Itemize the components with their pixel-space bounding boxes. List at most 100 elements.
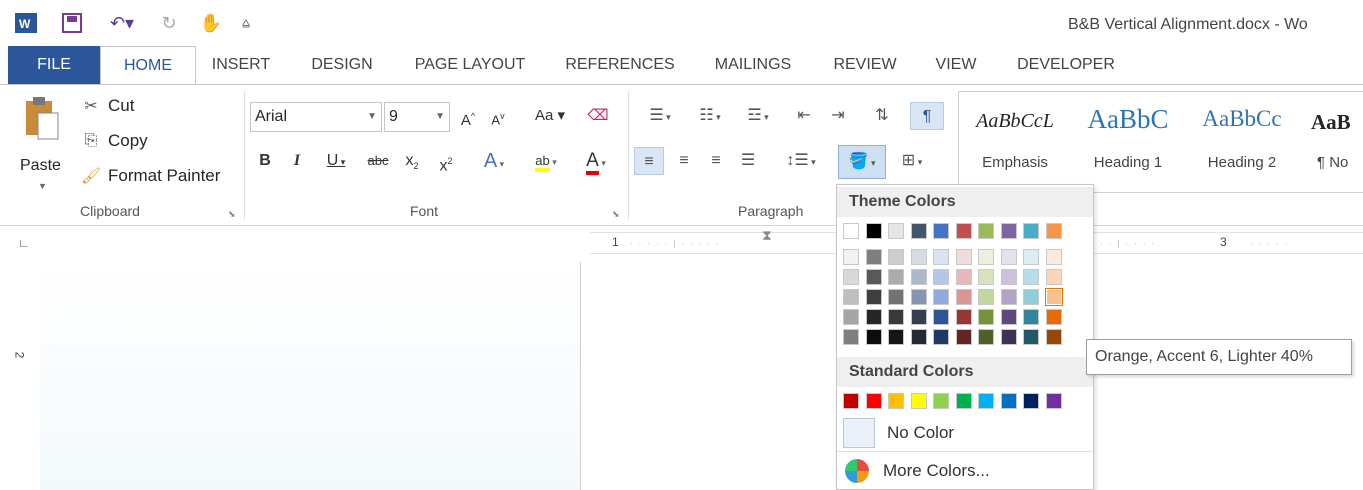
paste-dropdown-icon[interactable]: ▼ [38, 181, 47, 191]
color-swatch[interactable] [865, 249, 882, 265]
color-swatch[interactable] [888, 309, 904, 325]
color-swatch[interactable] [865, 269, 882, 285]
tab-developer[interactable]: DEVELOPER [1008, 46, 1124, 84]
touch-mode-icon[interactable]: ✋ [196, 10, 226, 36]
bullets-button[interactable]: ☰ ▾ [636, 102, 684, 130]
color-swatch[interactable] [933, 289, 949, 305]
format-painter-button[interactable]: 🖌 Format Painter [80, 161, 221, 191]
cut-button[interactable]: ✂ Cut [80, 91, 134, 121]
color-swatch[interactable] [843, 249, 859, 265]
paste-button[interactable]: Paste ▼ [14, 93, 72, 203]
style-emphasis[interactable]: AaBbCcL Emphasis [961, 92, 1069, 192]
shading-button[interactable]: 🪣 ▾ [838, 145, 886, 179]
tab-view[interactable]: VIEW [926, 46, 986, 84]
color-swatch[interactable] [1000, 289, 1017, 305]
justify-button[interactable]: ☰ [734, 147, 762, 175]
line-spacing-button[interactable]: ↕☰ ▾ [776, 147, 826, 175]
color-swatch[interactable] [955, 249, 972, 265]
color-swatch[interactable] [1023, 249, 1039, 265]
text-effects-button[interactable]: A ▾ [474, 147, 514, 175]
color-swatch[interactable] [843, 309, 859, 325]
color-swatch[interactable] [865, 289, 882, 305]
tab-mailings[interactable]: MAILINGS [702, 46, 804, 84]
style-normal[interactable]: AaB ¶ No [1301, 92, 1361, 192]
clipboard-launcher-icon[interactable]: ⬊ [228, 209, 236, 220]
color-swatch[interactable] [955, 269, 972, 285]
color-swatch[interactable] [955, 309, 972, 325]
subscript-button[interactable]: x2 [400, 147, 424, 175]
tab-home[interactable]: HOME [100, 46, 196, 85]
sort-button[interactable]: ⇅ [868, 102, 896, 130]
tab-selector-icon[interactable]: ∟ [18, 236, 30, 250]
style-heading-1[interactable]: AaBbC Heading 1 [1073, 92, 1183, 192]
copy-button[interactable]: ⎘ Copy [80, 126, 148, 156]
color-swatch[interactable] [978, 269, 994, 285]
color-swatch[interactable] [955, 289, 972, 305]
color-swatch[interactable] [888, 249, 904, 265]
tab-insert[interactable]: INSERT [204, 46, 278, 84]
color-swatch[interactable] [933, 223, 949, 239]
font-launcher-icon[interactable]: ⬊ [612, 209, 620, 220]
color-swatch[interactable] [843, 269, 859, 285]
tab-file[interactable]: FILE [8, 46, 100, 84]
color-swatch[interactable] [1000, 329, 1017, 345]
superscript-button[interactable]: x2 [434, 147, 458, 175]
borders-button[interactable]: ⊞ ▾ [890, 147, 934, 175]
indent-marker-icon[interactable]: ⧗ [762, 227, 772, 244]
color-swatch[interactable] [1000, 249, 1017, 265]
align-center-button[interactable]: ≡ [670, 147, 698, 175]
color-swatch[interactable] [910, 329, 927, 345]
color-swatch[interactable] [1000, 309, 1017, 325]
multilevel-list-button[interactable]: ☲ ▾ [736, 102, 780, 130]
clear-formatting-icon[interactable]: ⌫ [586, 102, 610, 130]
highlight-color-button[interactable]: ab ▾ [524, 147, 568, 175]
color-swatch[interactable] [910, 393, 927, 409]
color-swatch[interactable] [1023, 269, 1039, 285]
strikethrough-button[interactable]: abc [362, 147, 394, 175]
color-swatch[interactable] [888, 289, 904, 305]
undo-icon[interactable]: ↶▾ [100, 10, 144, 36]
color-swatch[interactable] [1044, 288, 1063, 306]
color-swatch[interactable] [1023, 289, 1039, 305]
color-swatch[interactable] [1045, 393, 1062, 409]
color-swatch[interactable] [843, 223, 859, 239]
color-swatch[interactable] [888, 393, 904, 409]
color-swatch[interactable] [1045, 269, 1062, 285]
color-swatch[interactable] [888, 269, 904, 285]
tab-page-layout[interactable]: PAGE LAYOUT [404, 46, 536, 84]
color-swatch[interactable] [978, 309, 994, 325]
color-swatch[interactable] [978, 249, 994, 265]
color-swatch[interactable] [1023, 223, 1039, 239]
color-swatch[interactable] [933, 309, 949, 325]
no-color-option[interactable]: No Color [837, 415, 1093, 451]
color-swatch[interactable] [1023, 393, 1039, 409]
color-swatch[interactable] [1023, 329, 1039, 345]
color-swatch[interactable] [1045, 249, 1062, 265]
color-swatch[interactable] [865, 329, 882, 345]
word-logo-icon[interactable]: W [12, 10, 40, 36]
font-color-button[interactable]: A ▾ [574, 147, 618, 175]
color-swatch[interactable] [978, 289, 994, 305]
color-swatch[interactable] [910, 309, 927, 325]
increase-indent-button[interactable]: ⇥ [824, 102, 852, 130]
color-swatch[interactable] [978, 393, 994, 409]
grow-font-button[interactable]: A^ [456, 102, 480, 130]
underline-button[interactable]: U ▾ [318, 147, 354, 175]
tab-review[interactable]: REVIEW [826, 46, 904, 84]
color-swatch[interactable] [865, 309, 882, 325]
color-swatch[interactable] [888, 223, 904, 239]
color-swatch[interactable] [955, 329, 972, 345]
redo-icon[interactable]: ↻ [156, 10, 182, 36]
color-swatch[interactable] [1000, 223, 1017, 239]
color-swatch[interactable] [955, 223, 972, 239]
color-swatch[interactable] [1000, 393, 1017, 409]
customize-icon[interactable]: ⩠ [236, 10, 256, 36]
tab-design[interactable]: DESIGN [300, 46, 384, 84]
color-swatch[interactable] [865, 223, 882, 239]
color-swatch[interactable] [843, 393, 859, 409]
color-swatch[interactable] [910, 289, 927, 305]
numbering-button[interactable]: ☷ ▾ [686, 102, 734, 130]
font-name-combo[interactable]: Arial ▼ [250, 102, 382, 132]
tab-references[interactable]: REFERENCES [560, 46, 680, 84]
color-swatch[interactable] [1023, 309, 1039, 325]
